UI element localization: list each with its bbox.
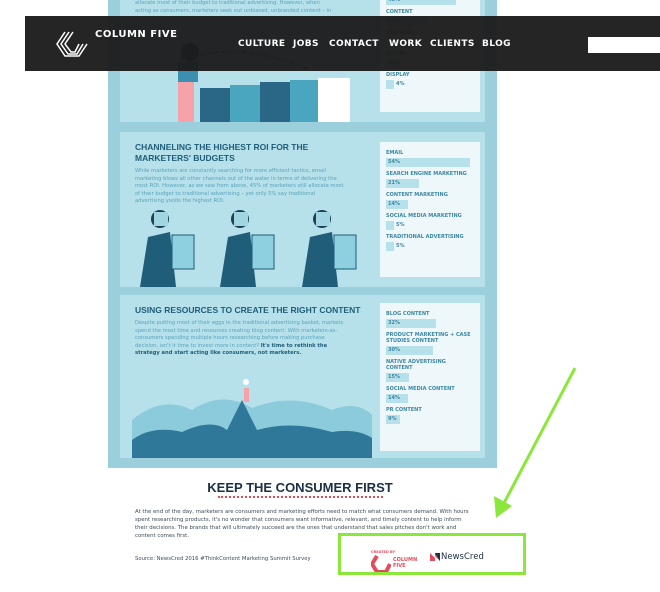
- arrow-annotation-icon: [494, 367, 577, 518]
